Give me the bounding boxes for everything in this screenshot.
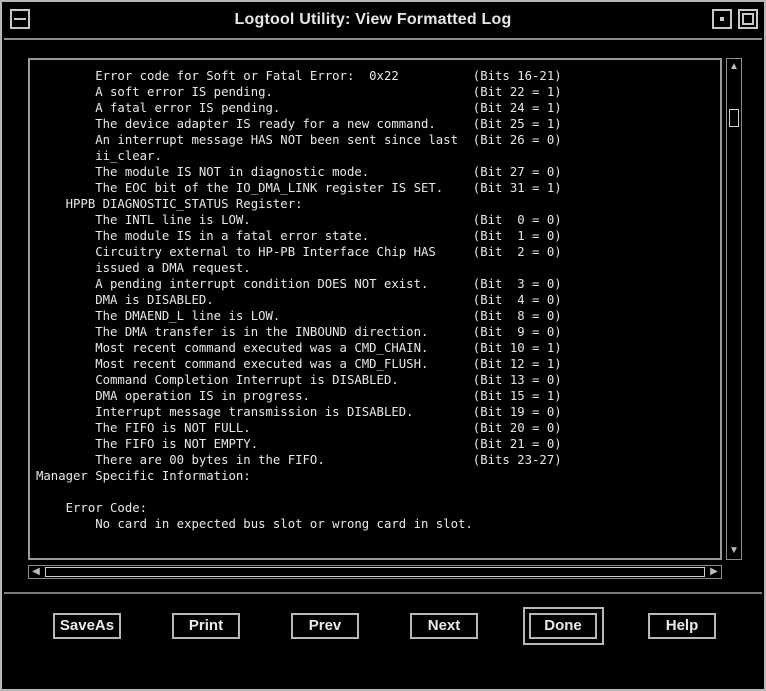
log-line: The DMA transfer is in the INBOUND direc… <box>36 325 562 339</box>
logtool-window: Logtool Utility: View Formatted Log Erro… <box>0 0 766 691</box>
log-line: Error Code: <box>36 501 148 515</box>
title-divider <box>4 38 762 40</box>
log-line: Command Completion Interrupt is DISABLED… <box>36 373 562 387</box>
saveas-button[interactable]: SaveAs <box>53 613 121 639</box>
log-line: HPPB DIAGNOSTIC_STATUS Register: <box>36 197 303 211</box>
log-line: The EOC bit of the IO_DMA_LINK register … <box>36 181 562 195</box>
log-line: Most recent command executed was a CMD_F… <box>36 357 562 371</box>
log-line: Most recent command executed was a CMD_C… <box>36 341 562 355</box>
log-line: There are 00 bytes in the FIFO. (Bits 23… <box>36 453 562 467</box>
log-line: The FIFO is NOT EMPTY. (Bit 21 = 0) <box>36 437 562 451</box>
next-button[interactable]: Next <box>410 613 478 639</box>
log-line: Circuitry external to HP-PB Interface Ch… <box>36 245 562 259</box>
prev-button[interactable]: Prev <box>291 613 359 639</box>
done-button[interactable]: Done <box>529 613 597 639</box>
title-bar[interactable]: Logtool Utility: View Formatted Log <box>4 4 762 38</box>
scroll-up-arrow-icon[interactable]: ▲ <box>729 61 739 73</box>
print-button[interactable]: Print <box>172 613 240 639</box>
log-line: An interrupt message HAS NOT been sent s… <box>36 133 562 147</box>
log-line: Interrupt message transmission is DISABL… <box>36 405 562 419</box>
help-button[interactable]: Help <box>648 613 716 639</box>
log-line: issued a DMA request. <box>36 261 251 275</box>
log-line: The FIFO is NOT FULL. (Bit 20 = 0) <box>36 421 562 435</box>
scroll-left-arrow-icon[interactable]: ◀ <box>30 566 42 578</box>
log-line: A soft error IS pending. (Bit 22 = 1) <box>36 85 562 99</box>
log-line: No card in expected bus slot or wrong ca… <box>36 517 473 531</box>
window-title: Logtool Utility: View Formatted Log <box>234 11 512 28</box>
log-line: DMA is DISABLED. (Bit 4 = 0) <box>36 293 562 307</box>
log-line: The device adapter IS ready for a new co… <box>36 117 562 131</box>
log-line: The module IS in a fatal error state. (B… <box>36 229 562 243</box>
maximize-icon[interactable] <box>738 9 758 29</box>
log-line: The DMAEND_L line is LOW. (Bit 8 = 0) <box>36 309 562 323</box>
log-view[interactable]: Error code for Soft or Fatal Error: 0x22… <box>28 58 722 560</box>
log-line: A pending interrupt condition DOES NOT e… <box>36 277 562 291</box>
log-line: A fatal error IS pending. (Bit 24 = 1) <box>36 101 562 115</box>
minimize-icon[interactable] <box>712 9 732 29</box>
log-line: DMA operation IS in progress. (Bit 15 = … <box>36 389 562 403</box>
log-line: ii_clear. <box>36 149 162 163</box>
log-line: The module IS NOT in diagnostic mode. (B… <box>36 165 562 179</box>
scroll-down-arrow-icon[interactable]: ▼ <box>729 545 739 557</box>
vertical-scrollbar[interactable]: ▲ ▼ <box>726 58 742 560</box>
log-text: Error code for Soft or Fatal Error: 0x22… <box>36 68 714 552</box>
log-line: Manager Specific Information: <box>36 469 251 483</box>
log-line: The INTL line is LOW. (Bit 0 = 0) <box>36 213 562 227</box>
scroll-right-arrow-icon[interactable]: ▶ <box>708 566 720 578</box>
horizontal-scroll-thumb[interactable] <box>45 567 705 577</box>
log-line: Error code for Soft or Fatal Error: 0x22… <box>36 69 562 83</box>
button-area-divider <box>4 592 762 594</box>
vertical-scroll-thumb[interactable] <box>729 109 739 127</box>
window-menu-icon[interactable] <box>10 9 30 29</box>
horizontal-scrollbar[interactable]: ◀ ▶ <box>28 565 722 579</box>
